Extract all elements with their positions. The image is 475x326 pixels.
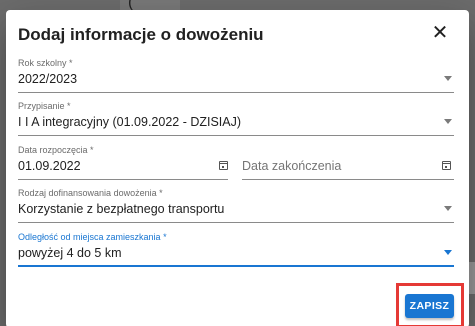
assignment-label: Przypisanie * <box>18 101 71 111</box>
distance-underline <box>18 265 454 267</box>
start-date-underline <box>18 179 228 180</box>
start-date-value: 01.09.2022 <box>18 159 81 173</box>
funding-type-value: Korzystanie z bezpłatnego transportu <box>18 202 225 216</box>
background-page-edge <box>469 262 475 294</box>
start-date-calendar-icon[interactable] <box>219 161 228 170</box>
save-button-highlight: ZAPISZ <box>396 283 464 326</box>
school-year-select[interactable]: Rok szkolny * 2022/2023 <box>18 58 454 94</box>
school-year-value: 2022/2023 <box>18 72 78 86</box>
end-date-underline <box>242 179 454 180</box>
dialog-title: Dodaj informacje o dowożeniu <box>18 25 264 44</box>
funding-type-dropdown-icon <box>444 206 452 211</box>
funding-type-underline <box>18 222 454 223</box>
start-date-field[interactable]: Data rozpoczęcia * 01.09.2022 <box>18 145 228 181</box>
start-date-label: Data rozpoczęcia * <box>18 145 94 155</box>
assignment-underline <box>18 135 454 136</box>
save-button[interactable]: ZAPISZ <box>405 294 454 318</box>
close-icon[interactable]: ✕ <box>430 23 450 43</box>
distance-select[interactable]: Odległość od miejsca zamieszkania * powy… <box>18 232 454 268</box>
distance-label: Odległość od miejsca zamieszkania * <box>18 232 167 242</box>
add-transport-dialog: Dodaj informacje o dowożeniu ✕ Rok szkol… <box>6 10 469 326</box>
distance-value: powyżej 4 do 5 km <box>18 246 122 260</box>
assignment-value: I I A integracyjny (01.09.2022 - DZISIAJ… <box>18 115 242 129</box>
school-year-label: Rok szkolny * <box>18 58 73 68</box>
funding-type-label: Rodzaj dofinansowania dowożenia * <box>18 188 163 198</box>
end-date-placeholder: Data zakończenia <box>242 159 342 173</box>
school-year-dropdown-icon <box>444 76 452 81</box>
end-date-calendar-icon[interactable] <box>442 161 451 170</box>
end-date-field[interactable]: Data zakończenia <box>242 145 454 181</box>
funding-type-select[interactable]: Rodzaj dofinansowania dowożenia * Korzys… <box>18 188 454 224</box>
school-year-underline <box>18 92 454 93</box>
distance-dropdown-icon <box>444 250 452 255</box>
assignment-dropdown-icon <box>444 119 452 124</box>
assignment-select[interactable]: Przypisanie * I I A integracyjny (01.09.… <box>18 101 454 137</box>
